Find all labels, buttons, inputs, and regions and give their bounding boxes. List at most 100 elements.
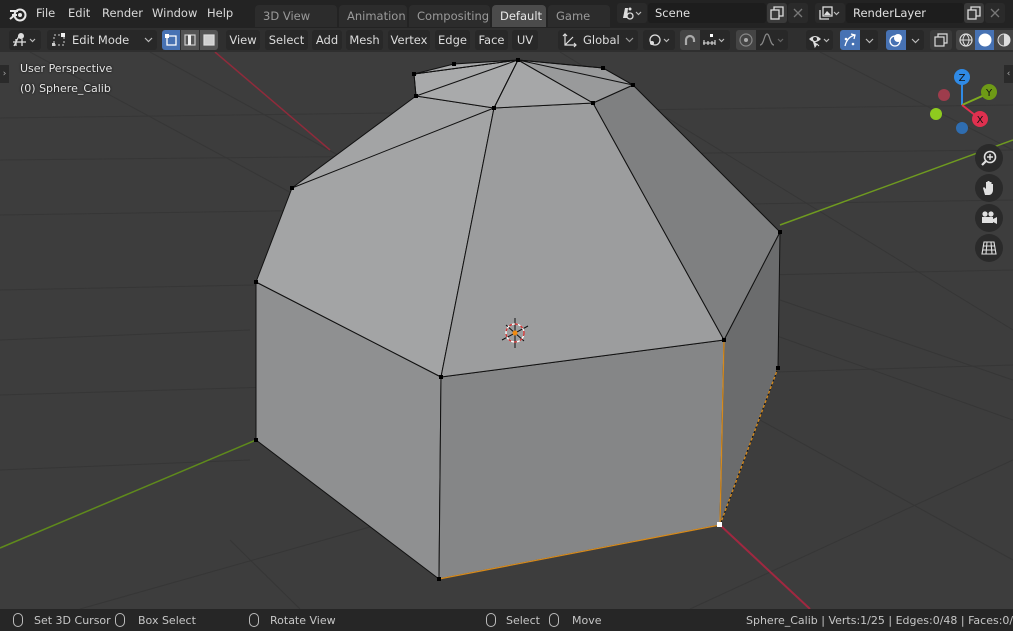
mode-selector[interactable]: Edit Mode bbox=[47, 30, 157, 50]
vertex-select-icon bbox=[165, 34, 177, 46]
scene-statistics: Sphere_Calib | Verts:1/25 | Edges:0/48 |… bbox=[746, 614, 1013, 627]
toggle-xray-button[interactable] bbox=[930, 30, 952, 50]
camera-view-button[interactable] bbox=[975, 204, 1003, 232]
duplicate-icon bbox=[967, 6, 981, 20]
snap-target-button[interactable] bbox=[700, 30, 730, 50]
render-layer-delete-button[interactable] bbox=[985, 3, 1005, 23]
mode-label: Edit Mode bbox=[72, 33, 130, 47]
scene-name-field[interactable]: Scene bbox=[648, 3, 766, 23]
camera-icon bbox=[982, 211, 997, 224]
menu-face[interactable]: Face bbox=[475, 30, 508, 50]
menu-render[interactable]: Render bbox=[102, 6, 143, 20]
shading-wireframe-button[interactable] bbox=[956, 30, 975, 50]
hint-select: Select bbox=[506, 614, 540, 627]
scene-delete-button[interactable] bbox=[788, 3, 808, 23]
ortho-toggle-button[interactable] bbox=[975, 234, 1003, 262]
3d-viewport-icon bbox=[13, 33, 36, 47]
toggle-xray-icon bbox=[934, 33, 948, 47]
sidebar-expand-tab[interactable]: ‹ bbox=[1004, 65, 1013, 83]
mouse-right-drag-icon bbox=[549, 613, 559, 627]
editor-type-button[interactable] bbox=[9, 30, 41, 50]
orientation-axes-icon bbox=[562, 33, 577, 48]
material-preview-icon bbox=[997, 33, 1010, 47]
shading-solid-button[interactable] bbox=[975, 30, 994, 50]
active-object-label: (0) Sphere_Calib bbox=[20, 82, 111, 95]
render-layer-name-field[interactable]: RenderLayer bbox=[846, 3, 964, 23]
overlays-options-button[interactable] bbox=[906, 30, 924, 50]
menu-edge[interactable]: Edge bbox=[435, 30, 470, 50]
top-bar: File Edit Render Window Help 3D View Ful… bbox=[0, 0, 1013, 45]
workspace-tab-default[interactable]: Default bbox=[492, 5, 546, 27]
mouse-right-icon bbox=[486, 613, 496, 627]
render-layer-browse-button[interactable] bbox=[815, 3, 845, 23]
y-axis-line bbox=[0, 439, 257, 549]
snap-toggle-button[interactable] bbox=[680, 30, 700, 50]
zoom-view-button[interactable] bbox=[975, 144, 1003, 172]
x-axis-line bbox=[719, 524, 811, 609]
x-axis-line bbox=[214, 52, 331, 151]
view-name-label: User Perspective bbox=[20, 62, 113, 75]
gizmo-x-label: X bbox=[977, 115, 984, 126]
overlays-icon bbox=[889, 34, 902, 47]
workspace-tab-game-log[interactable]: Game Log bbox=[548, 5, 610, 27]
gizmo-neg-x bbox=[938, 89, 950, 101]
menu-window[interactable]: Window bbox=[152, 6, 197, 20]
transform-orientation-selector[interactable]: Global bbox=[558, 30, 638, 50]
wireframe-shading-icon bbox=[958, 33, 973, 47]
selectability-visibility-button[interactable] bbox=[806, 30, 833, 50]
selected-vertex bbox=[717, 522, 722, 527]
3d-viewport[interactable]: › ‹ User Perspective (0) Sphere_Calib Z … bbox=[0, 52, 1013, 609]
gizmo-y-label: Y bbox=[985, 88, 993, 99]
navigation-gizmo[interactable]: Z Y X bbox=[920, 62, 1000, 142]
overlays-toggle-button[interactable] bbox=[886, 30, 906, 50]
close-icon bbox=[990, 8, 1000, 18]
menu-add[interactable]: Add bbox=[312, 30, 342, 50]
face-select-mode-button[interactable] bbox=[200, 30, 218, 50]
menu-vertex[interactable]: Vertex bbox=[388, 30, 430, 50]
ortho-grid-icon bbox=[981, 241, 997, 255]
toolbar-expand-tab[interactable]: › bbox=[0, 65, 9, 83]
hint-box-select: Box Select bbox=[138, 614, 196, 627]
menu-uv[interactable]: UV bbox=[512, 30, 538, 50]
gizmo-neg-z bbox=[956, 122, 968, 134]
gizmo-neg-y bbox=[930, 108, 942, 120]
edge-select-mode-button[interactable] bbox=[181, 30, 199, 50]
workspace-tab-3d-view-full[interactable]: 3D View Full bbox=[255, 5, 337, 45]
snap-magnet-icon bbox=[684, 34, 696, 45]
shading-material-preview-button[interactable] bbox=[994, 30, 1013, 50]
proportional-edit-button[interactable] bbox=[736, 30, 756, 50]
chevron-down-icon bbox=[865, 38, 873, 44]
gizmo-icon bbox=[844, 33, 856, 47]
chevron-down-icon bbox=[625, 37, 634, 43]
hint-rotate-view: Rotate View bbox=[270, 614, 336, 627]
gizmo-toggle-button[interactable] bbox=[840, 30, 860, 50]
pivot-point-button[interactable] bbox=[643, 30, 675, 50]
menu-help[interactable]: Help bbox=[207, 6, 233, 20]
gizmo-options-button[interactable] bbox=[860, 30, 878, 50]
vertex-select-mode-button[interactable] bbox=[162, 30, 180, 50]
zoom-icon bbox=[981, 150, 997, 166]
face-select-icon bbox=[203, 34, 215, 46]
mouse-left-icon bbox=[13, 613, 23, 627]
scene-icon bbox=[623, 7, 642, 20]
viewport-header: Edit Mode View Select Add Mesh Vertex Ed… bbox=[0, 28, 1013, 52]
chevron-down-icon bbox=[144, 37, 153, 43]
menu-file[interactable]: File bbox=[36, 6, 55, 20]
viewport-scene bbox=[0, 52, 1013, 609]
menu-mesh[interactable]: Mesh bbox=[346, 30, 383, 50]
pan-view-button[interactable] bbox=[975, 174, 1003, 202]
pivot-point-icon bbox=[649, 34, 670, 46]
workspace-tab-compositing[interactable]: Compositing bbox=[409, 5, 490, 27]
render-layer-new-button[interactable] bbox=[964, 3, 984, 23]
scene-browse-button[interactable] bbox=[617, 3, 647, 23]
menu-view[interactable]: View bbox=[226, 30, 260, 50]
blender-logo-icon[interactable] bbox=[8, 5, 28, 23]
duplicate-icon bbox=[770, 6, 784, 20]
menu-edit[interactable]: Edit bbox=[68, 6, 90, 20]
scene-new-button[interactable] bbox=[767, 3, 787, 23]
workspace-tab-animation[interactable]: Animation bbox=[339, 5, 407, 27]
edit-mode-icon bbox=[52, 33, 65, 46]
menu-select[interactable]: Select bbox=[265, 30, 308, 50]
proportional-falloff-button[interactable] bbox=[756, 30, 788, 50]
status-bar: Set 3D Cursor Box Select Rotate View Sel… bbox=[0, 609, 1013, 631]
